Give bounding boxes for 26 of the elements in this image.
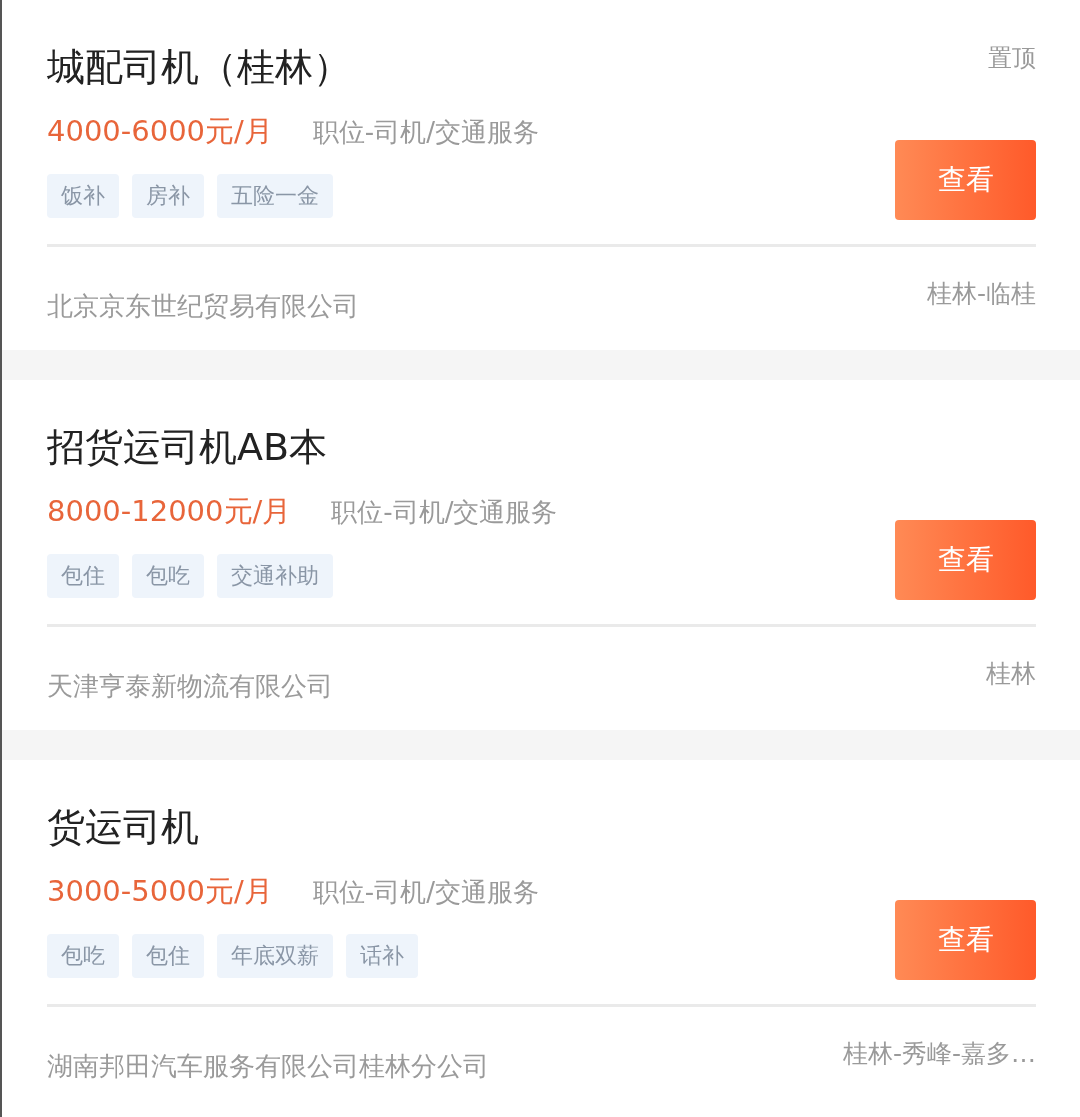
job-category: 职位-司机/交通服务 bbox=[331, 495, 558, 529]
job-category: 职位-司机/交通服务 bbox=[312, 115, 539, 149]
benefit-tag: 包住 bbox=[132, 934, 204, 978]
job-title: 货运司机 bbox=[47, 804, 200, 851]
salary: 8000-12000元/月 bbox=[47, 493, 292, 530]
job-category: 职位-司机/交通服务 bbox=[312, 875, 539, 909]
pinned-label: 置顶 bbox=[988, 43, 1036, 74]
benefit-tag: 包吃 bbox=[47, 934, 119, 978]
job-location: 桂林-秀峰-嘉多… bbox=[842, 1038, 1036, 1070]
job-title: 城配司机（桂林） bbox=[47, 44, 352, 91]
company-name: 北京京东世纪贸易有限公司 bbox=[47, 290, 359, 323]
benefit-tag: 话补 bbox=[346, 934, 418, 978]
benefit-tag: 包住 bbox=[47, 554, 119, 598]
salary: 3000-5000元/月 bbox=[47, 873, 273, 910]
benefit-tag: 房补 bbox=[132, 174, 204, 218]
company-name: 湖南邦田汽车服务有限公司桂林分公司 bbox=[47, 1050, 489, 1083]
benefit-tag: 年底双薪 bbox=[217, 934, 333, 978]
benefit-tag: 饭补 bbox=[47, 174, 119, 218]
job-title: 招货运司机AB本 bbox=[47, 424, 329, 471]
benefit-tag: 五险一金 bbox=[217, 174, 333, 218]
benefit-tag: 包吃 bbox=[132, 554, 204, 598]
benefit-tag: 交通补助 bbox=[217, 554, 333, 598]
company-name: 天津亨泰新物流有限公司 bbox=[47, 670, 333, 703]
salary: 4000-6000元/月 bbox=[47, 113, 273, 150]
job-location: 桂林-临桂 bbox=[926, 278, 1036, 310]
job-location: 桂林 bbox=[986, 658, 1036, 690]
